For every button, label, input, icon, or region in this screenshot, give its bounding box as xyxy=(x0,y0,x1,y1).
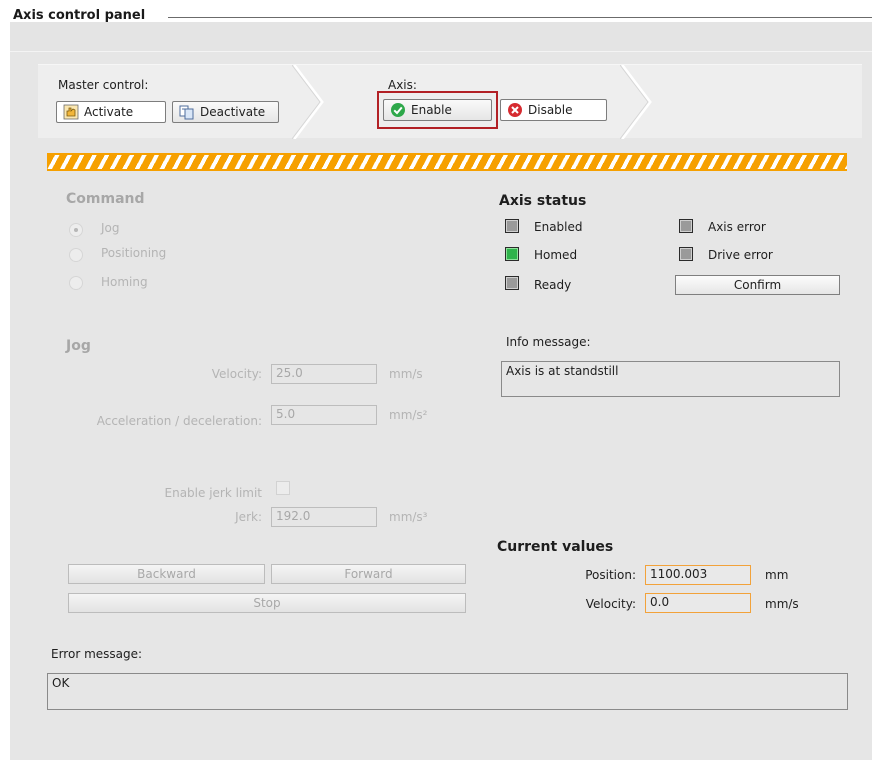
stop-button[interactable]: Stop xyxy=(68,593,466,613)
axis-error-label: Axis error xyxy=(708,220,766,234)
active-control-warning-stripe xyxy=(47,153,847,171)
hand-icon xyxy=(63,104,79,120)
master-control-label: Master control: xyxy=(58,78,149,92)
info-message-label: Info message: xyxy=(506,335,591,349)
jog-jerk-field[interactable]: 192.0 xyxy=(271,507,377,527)
radio-positioning[interactable] xyxy=(69,248,83,262)
enable-button[interactable]: Enable xyxy=(383,99,492,121)
position-value: 1100.003 xyxy=(645,565,751,585)
jerk-unit: mm/s³ xyxy=(389,510,428,524)
ready-indicator xyxy=(505,276,519,290)
panel-header-band xyxy=(10,22,872,52)
velocity-unit: mm/s xyxy=(389,367,423,381)
acceleration-unit: mm/s² xyxy=(389,408,428,422)
jog-title: Jog xyxy=(66,338,91,354)
homed-indicator xyxy=(505,247,519,261)
radio-positioning-label: Positioning xyxy=(101,246,167,260)
drive-error-indicator xyxy=(679,247,693,261)
error-message-box: OK xyxy=(47,673,848,710)
jog-velocity-field[interactable]: 25.0 xyxy=(271,364,377,384)
confirm-button[interactable]: Confirm xyxy=(675,275,840,295)
radio-jog[interactable] xyxy=(69,223,83,237)
title-divider xyxy=(168,17,872,18)
deactivate-button[interactable]: Deactivate xyxy=(172,101,279,123)
backward-button[interactable]: Backward xyxy=(68,564,265,584)
jog-acceleration-field[interactable]: 5.0 xyxy=(271,405,377,425)
deactivate-label: Deactivate xyxy=(200,105,266,119)
homed-label: Homed xyxy=(534,248,578,262)
step-divider-1 xyxy=(292,65,324,139)
panel-title: Axis control panel xyxy=(13,8,146,23)
radio-homing[interactable] xyxy=(69,276,83,290)
position-unit: mm xyxy=(765,568,789,582)
jerk-label: Jerk: xyxy=(235,510,262,524)
velocity-value: 0.0 xyxy=(645,593,751,613)
step-divider-2 xyxy=(620,65,652,139)
ready-label: Ready xyxy=(534,278,572,292)
left-margin xyxy=(0,22,10,760)
current-values-title: Current values xyxy=(497,539,614,555)
velocity-value-label: Velocity: xyxy=(585,597,636,611)
enable-label: Enable xyxy=(411,103,452,117)
axis-label: Axis: xyxy=(388,78,417,92)
disconnect-icon xyxy=(179,105,194,120)
enabled-indicator xyxy=(505,219,519,233)
drive-error-label: Drive error xyxy=(708,248,773,262)
acceleration-label: Acceleration / deceleration: xyxy=(96,414,262,428)
velocity-value-unit: mm/s xyxy=(765,597,799,611)
activate-button[interactable]: Activate xyxy=(56,101,166,123)
radio-homing-label: Homing xyxy=(101,275,148,289)
disable-label: Disable xyxy=(528,103,573,117)
activate-label: Activate xyxy=(84,105,134,119)
axis-status-title: Axis status xyxy=(499,193,587,209)
axis-error-indicator xyxy=(679,219,693,233)
jerk-limit-label: Enable jerk limit xyxy=(164,486,263,500)
close-circle-icon xyxy=(508,103,522,117)
disable-button[interactable]: Disable xyxy=(500,99,607,121)
radio-jog-label: Jog xyxy=(101,221,120,235)
check-circle-icon xyxy=(391,103,405,117)
info-message-box: Axis is at standstill xyxy=(501,361,840,397)
enabled-label: Enabled xyxy=(534,220,583,234)
error-message-label: Error message: xyxy=(51,647,143,661)
jerk-limit-checkbox[interactable] xyxy=(276,481,290,495)
forward-button[interactable]: Forward xyxy=(271,564,466,584)
velocity-label: Velocity: xyxy=(211,367,262,381)
position-label: Position: xyxy=(585,568,636,582)
command-title: Command xyxy=(66,191,145,207)
